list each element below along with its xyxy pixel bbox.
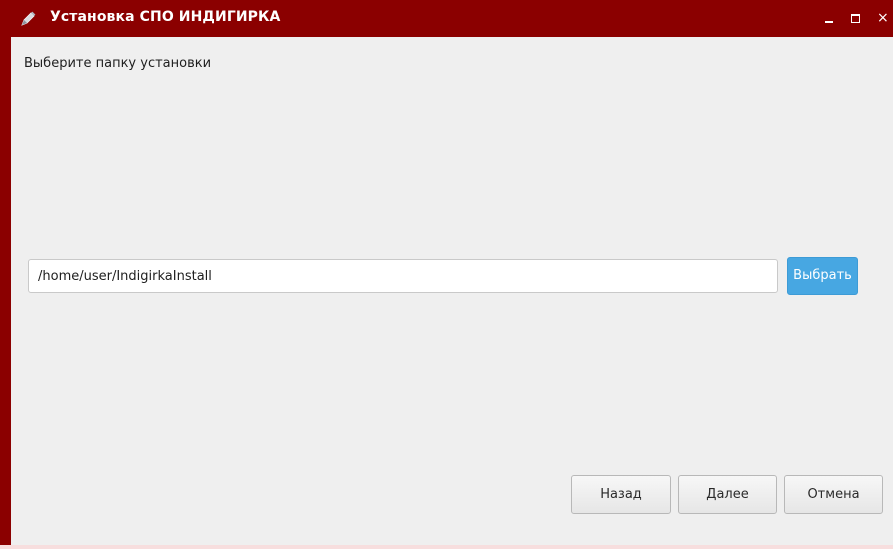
page-heading: Выберите папку установки (24, 56, 212, 71)
content-panel: Выберите папку установки Выбрать Назад Д… (11, 37, 893, 545)
close-icon[interactable]: × (877, 11, 891, 25)
title-bar[interactable]: Установка СПО ИНДИГИРКА × (0, 0, 893, 37)
install-path-input[interactable] (28, 259, 778, 293)
minimize-icon[interactable] (822, 11, 836, 25)
window-bottom-edge (0, 545, 893, 549)
installer-window: Установка СПО ИНДИГИРКА × Выберите папку… (0, 0, 893, 549)
maximize-icon[interactable] (849, 11, 863, 25)
browse-button[interactable]: Выбрать (787, 257, 858, 295)
pencil-icon (19, 10, 37, 28)
window-title: Установка СПО ИНДИГИРКА (50, 9, 281, 25)
back-button[interactable]: Назад (571, 475, 671, 514)
next-button[interactable]: Далее (678, 475, 777, 514)
cancel-button[interactable]: Отмена (784, 475, 883, 514)
